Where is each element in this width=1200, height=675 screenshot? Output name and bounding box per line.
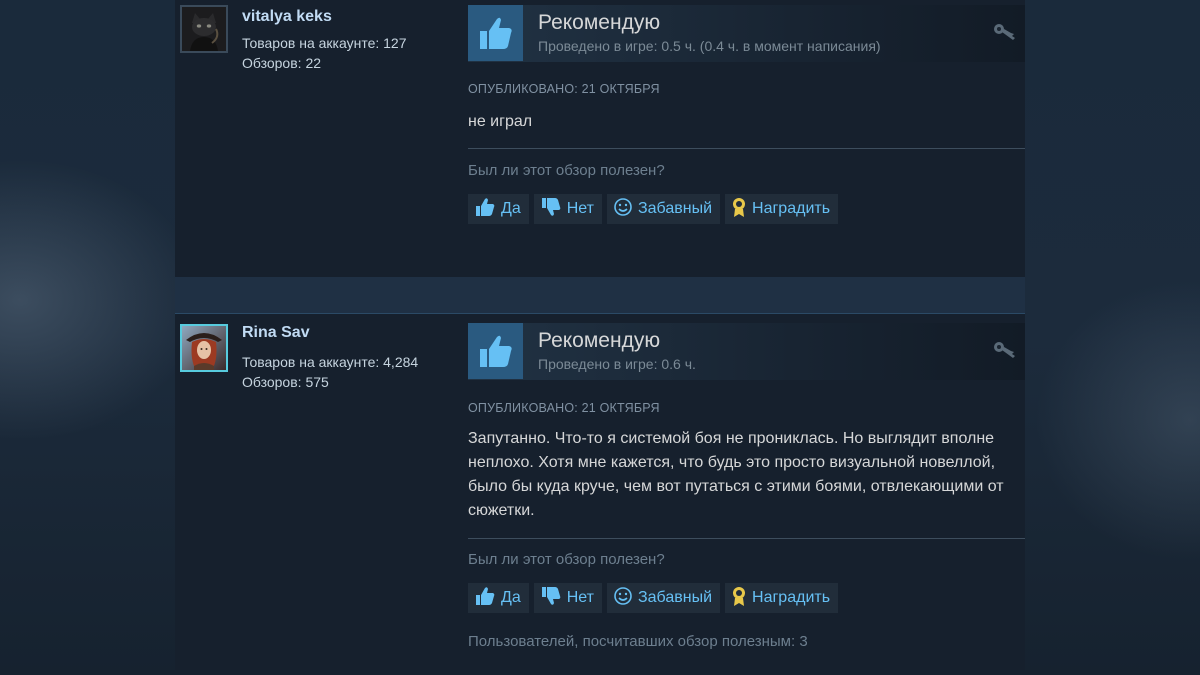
- smiley-icon: [613, 197, 633, 222]
- no-label: Нет: [566, 200, 594, 217]
- no-button[interactable]: Нет: [533, 583, 602, 613]
- vote-title: Рекомендую: [538, 11, 661, 34]
- rate-buttons: Да Нет Забавный Наградить: [468, 194, 839, 224]
- award-button[interactable]: Наградить: [725, 194, 839, 224]
- review-separator: [175, 277, 1025, 313]
- award-label: Наградить: [752, 200, 831, 217]
- review-text: Запутанно. Что-то я системой боя не прон…: [468, 430, 1004, 519]
- review-text: не играл: [468, 113, 533, 130]
- thumbs-down-icon: [540, 586, 562, 611]
- yes-label: Да: [501, 200, 521, 217]
- award-label: Наградить: [752, 589, 831, 606]
- avatar[interactable]: [180, 324, 228, 372]
- divider: [468, 148, 1025, 149]
- divider: [468, 538, 1025, 539]
- avatar[interactable]: [180, 5, 228, 53]
- vote-title: Рекомендую: [538, 329, 661, 352]
- persona-name[interactable]: vitalya keks: [242, 8, 332, 26]
- playtime: Проведено в игре: 0.5 ч. (0.4 ч. в момен…: [538, 38, 881, 54]
- funny-label: Забавный: [637, 589, 713, 606]
- thumbs-up-icon: [468, 5, 523, 61]
- products-count[interactable]: Товаров на аккаунте: 4,284: [242, 354, 418, 370]
- key-icon: [993, 22, 1017, 47]
- products-count[interactable]: Товаров на аккаунте: 127: [242, 35, 407, 51]
- funny-label: Забавный: [637, 200, 713, 217]
- funny-button[interactable]: Забавный: [606, 583, 721, 613]
- reviews-count[interactable]: Обзоров: 575: [242, 374, 329, 390]
- funny-button[interactable]: Забавный: [606, 194, 721, 224]
- award-icon: [731, 196, 747, 223]
- posted-date: ОПУБЛИКОВАНО: 21 ОКТЯБРЯ: [468, 82, 660, 96]
- review-card: Rina Sav Товаров на аккаунте: 4,284 Обзо…: [175, 313, 1025, 670]
- award-icon: [731, 585, 747, 612]
- no-button[interactable]: Нет: [533, 194, 602, 224]
- thumbs-up-icon: [474, 586, 496, 611]
- award-button[interactable]: Наградить: [725, 583, 839, 613]
- vote-header[interactable]: Рекомендую Проведено в игре: 0.5 ч. (0.4…: [468, 5, 1025, 62]
- yes-label: Да: [501, 589, 521, 606]
- yes-button[interactable]: Да: [468, 583, 529, 613]
- thumbs-up-icon: [474, 197, 496, 222]
- review-card: vitalya keks Товаров на аккаунте: 127 Об…: [175, 0, 1025, 277]
- rate-buttons: Да Нет Забавный Наградить: [468, 583, 839, 613]
- helpful-question: Был ли этот обзор полезен?: [468, 162, 665, 179]
- smiley-icon: [613, 586, 633, 611]
- thumbs-up-icon: [468, 323, 523, 379]
- playtime: Проведено в игре: 0.6 ч.: [538, 356, 696, 372]
- no-label: Нет: [566, 589, 594, 606]
- reviews-count[interactable]: Обзоров: 22: [242, 55, 321, 71]
- found-helpful-count: Пользователей, посчитавших обзор полезны…: [468, 633, 808, 650]
- thumbs-down-icon: [540, 197, 562, 222]
- yes-button[interactable]: Да: [468, 194, 529, 224]
- posted-date: ОПУБЛИКОВАНО: 21 ОКТЯБРЯ: [468, 401, 660, 415]
- vote-header[interactable]: Рекомендую Проведено в игре: 0.6 ч.: [468, 323, 1025, 380]
- helpful-question: Был ли этот обзор полезен?: [468, 551, 665, 568]
- persona-name[interactable]: Rina Sav: [242, 324, 310, 342]
- key-icon: [993, 340, 1017, 365]
